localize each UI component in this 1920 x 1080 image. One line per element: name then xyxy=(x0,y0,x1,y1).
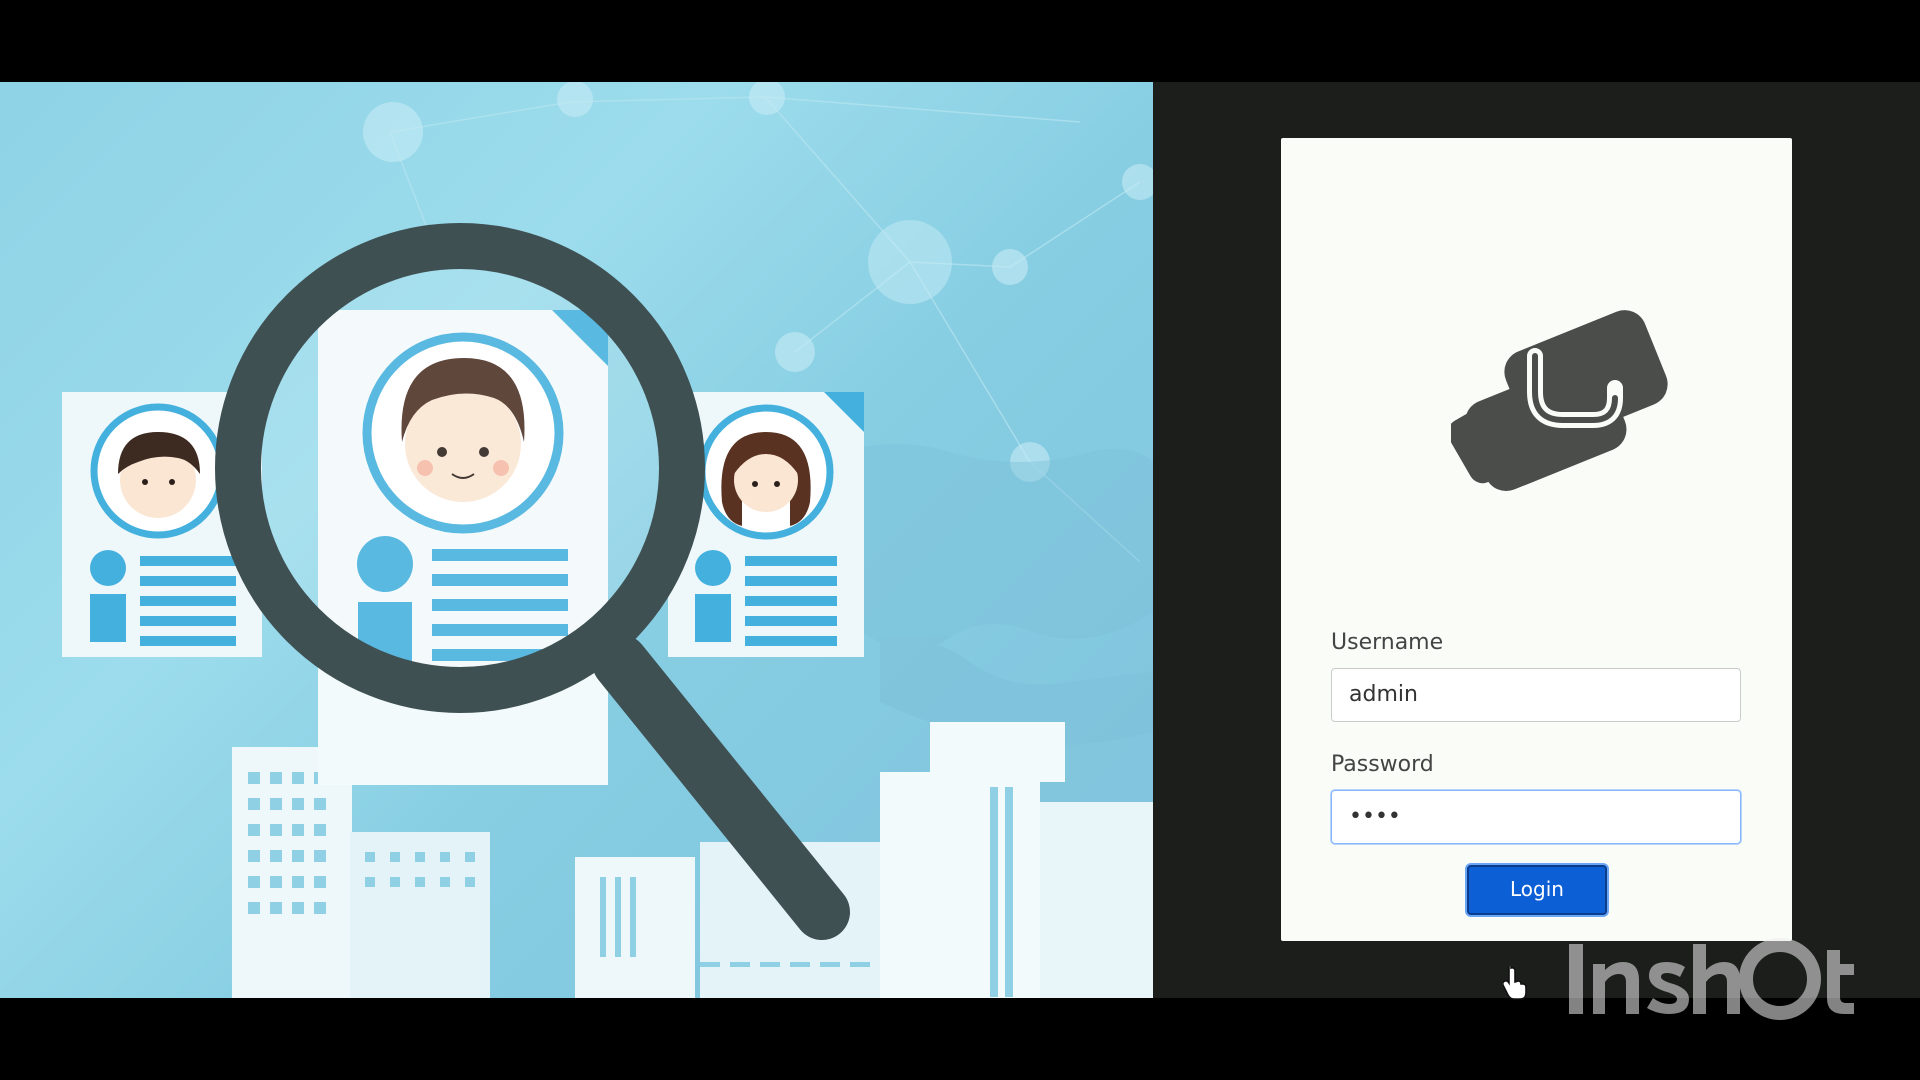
app-frame: Username admin Password •••• Login xyxy=(0,82,1920,1020)
handshake-icon xyxy=(1451,310,1668,492)
username-input[interactable]: admin xyxy=(1331,668,1741,722)
watermark-logo xyxy=(1569,938,1854,1020)
world-map xyxy=(820,444,1153,746)
password-input[interactable]: •••• xyxy=(1331,790,1741,844)
hero-illustration xyxy=(0,82,1153,998)
hand-pointer-icon xyxy=(1503,966,1527,1000)
login-card: Username admin Password •••• Login xyxy=(1281,138,1792,941)
username-label: Username xyxy=(1331,630,1444,655)
login-button[interactable]: Login xyxy=(1467,865,1607,915)
recruitment-illustration xyxy=(62,82,1153,998)
password-label: Password xyxy=(1331,752,1434,777)
